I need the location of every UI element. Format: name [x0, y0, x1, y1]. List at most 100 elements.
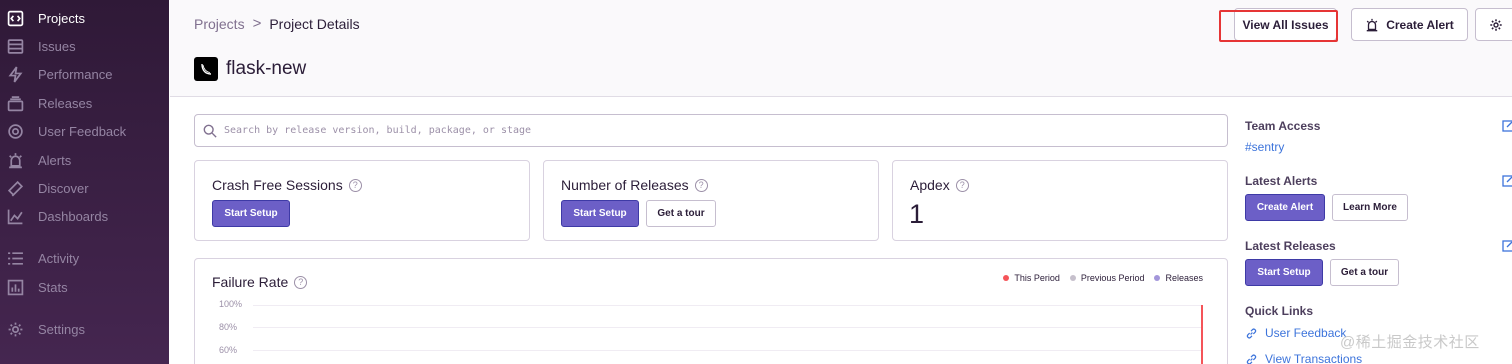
- sidebar-item-label: Issues: [38, 38, 76, 54]
- card-title: Crash Free Sessions: [212, 177, 343, 193]
- quick-link-label: View Transactions: [1265, 352, 1363, 364]
- legend-this-period[interactable]: This Period: [1003, 273, 1060, 283]
- sidebar-item-projects[interactable]: Projects: [0, 4, 169, 32]
- help-icon[interactable]: ?: [955, 178, 969, 192]
- release-search-bar[interactable]: [194, 114, 1228, 147]
- sidebar-item-alerts[interactable]: Alerts: [0, 146, 169, 174]
- view-all-issues-button[interactable]: View All Issues: [1234, 8, 1337, 41]
- chart-legend: This Period Previous Period Releases: [993, 273, 1203, 283]
- apdex-value: 1: [909, 199, 925, 229]
- crash-free-sessions-card: Crash Free Sessions? Start Setup: [194, 160, 530, 241]
- number-of-releases-card: Number of Releases? Start Setup Get a to…: [543, 160, 879, 241]
- sidebar-item-label: User Feedback: [38, 123, 127, 139]
- latest-releases-title: Latest Releases: [1245, 239, 1336, 253]
- external-link-icon[interactable]: [1502, 175, 1512, 187]
- sidebar-item-issues[interactable]: Issues: [0, 32, 169, 60]
- gridline: [253, 327, 1203, 328]
- sidebar-item-discover[interactable]: Discover: [0, 174, 169, 202]
- sidebar-item-label: Activity: [38, 250, 80, 266]
- flask-logo-icon: [194, 57, 218, 81]
- siren-icon: [1366, 18, 1378, 31]
- card-title: Number of Releases: [561, 177, 689, 193]
- create-alert-button[interactable]: Create Alert: [1245, 194, 1325, 221]
- breadcrumb-projects-link[interactable]: Projects: [194, 16, 245, 32]
- start-setup-button[interactable]: Start Setup: [561, 200, 639, 227]
- legend-label: This Period: [1014, 273, 1060, 283]
- sidebar-item-label: Settings: [38, 321, 85, 337]
- start-setup-button[interactable]: Start Setup: [212, 200, 290, 227]
- activity-icon: [6, 249, 24, 267]
- gear-icon: [1490, 18, 1502, 31]
- user-feedback-icon: [6, 122, 24, 140]
- sidebar-item-stats[interactable]: Stats: [0, 273, 169, 301]
- legend-dot: [1003, 275, 1010, 281]
- y-tick-label: 60%: [219, 345, 238, 355]
- project-settings-button[interactable]: [1475, 8, 1512, 41]
- sidebar-item-label: Dashboards: [38, 208, 109, 224]
- breadcrumb-separator: >: [252, 15, 262, 32]
- sidebar-item-releases[interactable]: Releases: [0, 89, 169, 117]
- legend-previous-period[interactable]: Previous Period: [1069, 273, 1145, 283]
- project-title: flask-new: [194, 57, 306, 81]
- quick-link-user-feedback[interactable]: User Feedback: [1245, 326, 1346, 340]
- sidebar-item-label: Releases: [38, 95, 93, 111]
- gridline: [253, 305, 1203, 306]
- y-tick-label: 80%: [219, 322, 238, 332]
- failure-rate-chart: Failure Rate? This Period Previous Perio…: [194, 258, 1228, 364]
- legend-label: Previous Period: [1080, 273, 1145, 283]
- sidebar-item-activity[interactable]: Activity: [0, 244, 169, 272]
- link-icon: [1246, 328, 1257, 338]
- release-search-input[interactable]: [224, 125, 1124, 136]
- external-link-icon[interactable]: [1502, 240, 1512, 252]
- breadcrumb-current: Project Details: [269, 15, 360, 32]
- stats-icon: [6, 278, 24, 296]
- help-icon[interactable]: ?: [694, 178, 708, 192]
- sidebar-item-performance[interactable]: Performance: [0, 60, 169, 88]
- current-period-line: [1201, 305, 1203, 364]
- sidebar-item-label: Performance: [38, 66, 113, 82]
- alerts-icon: [6, 151, 24, 169]
- start-setup-button[interactable]: Start Setup: [1245, 259, 1323, 286]
- breadcrumb: Projects > Project Details: [194, 15, 360, 32]
- settings-icon: [6, 320, 24, 338]
- chart-title: Failure Rate: [212, 274, 289, 290]
- legend-dot: [1154, 275, 1161, 281]
- performance-icon: [6, 65, 24, 83]
- apdex-card: Apdex? 1: [892, 160, 1228, 241]
- sidebar-item-label: Alerts: [38, 152, 72, 168]
- quick-link-label: User Feedback: [1265, 326, 1347, 340]
- latest-alerts-title: Latest Alerts: [1245, 174, 1318, 188]
- help-icon[interactable]: ?: [348, 178, 362, 192]
- sidebar-item-label: Discover: [38, 180, 89, 196]
- quick-links-title: Quick Links: [1245, 304, 1314, 318]
- get-a-tour-button[interactable]: Get a tour: [646, 200, 716, 227]
- sidebar-item-label: Stats: [38, 279, 68, 295]
- legend-releases[interactable]: Releases: [1154, 273, 1203, 283]
- issues-icon: [6, 37, 24, 55]
- projects-icon: [6, 9, 24, 27]
- team-sentry-link[interactable]: #sentry: [1245, 140, 1284, 154]
- project-name: flask-new: [226, 58, 307, 79]
- search-icon: [203, 124, 217, 138]
- releases-icon: [6, 94, 24, 112]
- learn-more-button[interactable]: Learn More: [1332, 194, 1408, 221]
- discover-icon: [6, 179, 24, 197]
- create-alert-button[interactable]: Create Alert: [1351, 8, 1468, 41]
- gridline: [253, 350, 1203, 351]
- card-title: Apdex: [910, 177, 950, 193]
- sidebar-item-dashboards[interactable]: Dashboards: [0, 202, 169, 230]
- quick-link-view-transactions[interactable]: View Transactions: [1245, 352, 1362, 364]
- create-alert-label: Create Alert: [1386, 17, 1454, 32]
- external-link-icon[interactable]: [1502, 120, 1512, 132]
- get-a-tour-button[interactable]: Get a tour: [1330, 259, 1399, 286]
- link-icon: [1246, 354, 1257, 364]
- sidebar: Projects Issues Performance Releases Use…: [0, 0, 169, 364]
- sidebar-item-user-feedback[interactable]: User Feedback: [0, 117, 169, 145]
- team-access-title: Team Access: [1245, 119, 1321, 133]
- legend-label: Releases: [1165, 273, 1203, 283]
- help-icon[interactable]: ?: [294, 275, 308, 289]
- sidebar-item-label: Projects: [38, 10, 85, 26]
- legend-dot: [1069, 275, 1076, 281]
- watermark-text: @稀土掘金技术社区: [1340, 334, 1480, 351]
- sidebar-item-settings[interactable]: Settings: [0, 315, 169, 343]
